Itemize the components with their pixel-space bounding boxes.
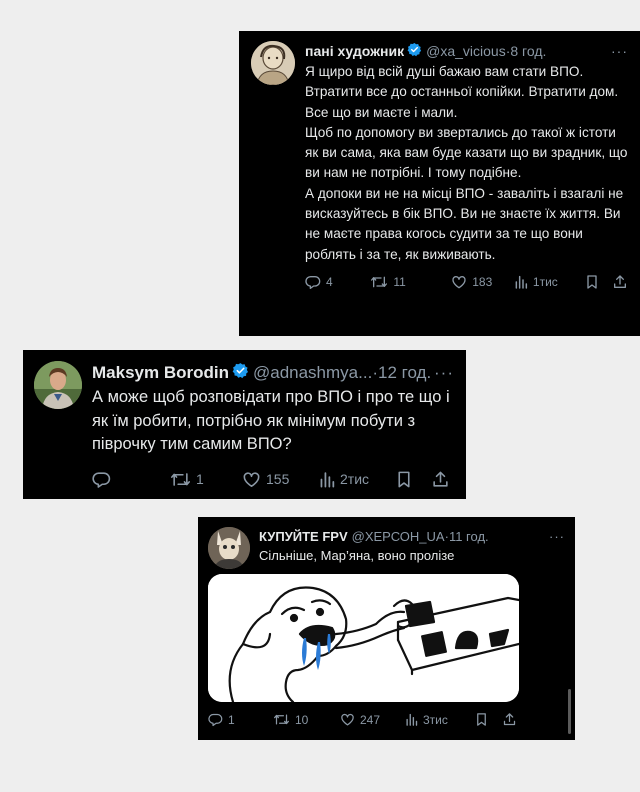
- retweet-count: 11: [393, 274, 406, 289]
- avatar-illustration: [208, 527, 250, 569]
- timestamp[interactable]: 12 год.: [378, 363, 431, 383]
- like-icon: [243, 471, 260, 487]
- tweet-2[interactable]: Maksym Borodin @adnashmya... · 12 год. ·…: [23, 350, 466, 499]
- user-handle[interactable]: @adnashmya...: [253, 363, 372, 383]
- views-count: 1тис: [532, 274, 558, 289]
- retweet-button[interactable]: 11: [370, 274, 451, 290]
- views-button[interactable]: 3тис: [405, 712, 475, 727]
- reply-button[interactable]: 1: [208, 712, 273, 727]
- tweet-header: Maksym Borodin @adnashmya... · 12 год. ·…: [92, 361, 454, 385]
- retweet-icon: [171, 472, 190, 486]
- tweet-text: Я щиро від всій душі бажаю вам стати ВПО…: [305, 64, 628, 262]
- share-icon: [614, 275, 626, 288]
- bookmark-icon: [398, 471, 410, 487]
- bookmark-icon: [477, 713, 486, 726]
- more-options-icon[interactable]: ···: [611, 43, 628, 59]
- retweet-count: 10: [295, 712, 309, 727]
- like-button[interactable]: 183: [451, 274, 514, 290]
- views-icon: [320, 471, 335, 487]
- tweet-text: Сільніше, Мар’яна, воно пролізе: [259, 548, 455, 563]
- reply-icon: [92, 471, 111, 488]
- bookmark-button[interactable]: [396, 470, 431, 489]
- reply-button[interactable]: [92, 470, 170, 489]
- meme-image[interactable]: [208, 574, 519, 702]
- user-handle[interactable]: @ХЕРСОН_UA: [352, 529, 445, 544]
- views-icon: [406, 713, 418, 726]
- display-name[interactable]: пані художник: [305, 43, 404, 59]
- like-button[interactable]: 247: [340, 712, 405, 727]
- reply-icon: [208, 713, 223, 727]
- share-icon: [433, 471, 448, 487]
- display-name[interactable]: КУПУЙТЕ FPV: [259, 529, 348, 544]
- avatar[interactable]: [34, 361, 82, 409]
- retweet-button[interactable]: 10: [273, 712, 340, 727]
- like-count: 183: [472, 274, 493, 289]
- timestamp[interactable]: 8 год.: [510, 43, 546, 59]
- avatar[interactable]: [208, 527, 250, 569]
- views-button[interactable]: 2тис: [319, 470, 396, 489]
- share-button[interactable]: [431, 470, 450, 489]
- retweet-count: 1: [196, 471, 204, 487]
- share-button[interactable]: [612, 274, 628, 290]
- share-icon: [503, 713, 516, 726]
- reply-icon: [305, 275, 321, 289]
- avatar[interactable]: [251, 41, 295, 85]
- display-name[interactable]: Maksym Borodin: [92, 363, 229, 383]
- retweet-button[interactable]: 1: [170, 470, 242, 489]
- bookmark-icon: [587, 275, 597, 289]
- verified-badge-icon: [407, 42, 422, 60]
- bookmark-button[interactable]: [585, 274, 612, 290]
- user-handle[interactable]: @xa_vicious: [426, 43, 506, 59]
- timestamp[interactable]: 11 год.: [449, 529, 489, 544]
- reply-count: 1: [228, 712, 235, 727]
- verified-badge-icon: [232, 362, 249, 384]
- action-bar: 4 11 183 1тис: [305, 274, 628, 290]
- views-icon: [515, 275, 527, 289]
- bookmark-button[interactable]: [475, 712, 502, 727]
- avatar-photo: [34, 361, 82, 409]
- share-button[interactable]: [502, 712, 517, 727]
- scrollbar[interactable]: [568, 689, 571, 734]
- views-count: 2тис: [340, 471, 370, 487]
- reply-count: 4: [326, 274, 333, 289]
- tweet-1[interactable]: пані художник @xa_vicious · 8 год. ··· Я…: [239, 31, 640, 336]
- like-count: 247: [360, 712, 381, 727]
- action-bar: 1 10 247 3тис: [208, 712, 565, 727]
- meme-drawing: [208, 574, 519, 702]
- views-button[interactable]: 1тис: [514, 274, 585, 290]
- reply-button[interactable]: 4: [305, 274, 370, 290]
- views-count: 3тис: [423, 712, 448, 727]
- more-options-icon[interactable]: ···: [434, 363, 454, 383]
- like-button[interactable]: 155: [242, 470, 319, 489]
- retweet-icon: [371, 276, 388, 288]
- tweet-text: А може щоб розповідати про ВПО і про те …: [92, 388, 450, 453]
- avatar-illustration: [251, 41, 295, 85]
- like-icon: [341, 713, 354, 726]
- action-bar: 1 155 2тис: [92, 470, 454, 489]
- more-options-icon[interactable]: ···: [549, 529, 565, 544]
- tweet-header: КУПУЙТЕ FPV @ХЕРСОН_UA · 11 год. ···: [259, 527, 565, 545]
- like-count: 155: [266, 471, 290, 487]
- retweet-icon: [274, 714, 289, 725]
- tweet-3[interactable]: КУПУЙТЕ FPV @ХЕРСОН_UA · 11 год. ··· Сіл…: [198, 517, 575, 740]
- tweet-header: пані художник @xa_vicious · 8 год. ···: [305, 41, 628, 61]
- like-icon: [452, 275, 466, 289]
